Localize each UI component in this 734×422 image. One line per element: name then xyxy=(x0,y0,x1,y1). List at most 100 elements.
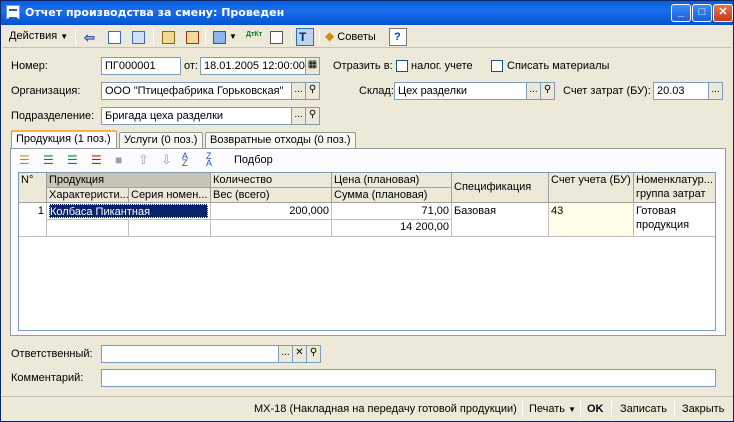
col-header-quantity[interactable]: Количество xyxy=(211,173,332,188)
division-select-button[interactable]: ... xyxy=(291,107,306,125)
col-header-weight[interactable]: Вес (всего) xyxy=(211,188,332,203)
tab-returnable-waste[interactable]: Возвратные отходы (0 поз.) xyxy=(205,132,356,149)
number-field[interactable]: ПГ000001 xyxy=(101,57,181,75)
cell-product[interactable]: Колбаса Пикантная xyxy=(47,203,211,220)
move-down-icon[interactable]: ⇩ xyxy=(161,152,175,168)
cell-num[interactable]: 1 xyxy=(19,203,47,237)
main-toolbar: Действия ▼ ⇦ ▼ ДтКт T ◆ Советы ? xyxy=(3,26,731,48)
tips-icon: ◆ xyxy=(325,29,335,43)
col-header-sum[interactable]: Сумма (плановая) xyxy=(332,188,452,203)
tips-label: Советы xyxy=(337,31,376,43)
help-icon: ? xyxy=(394,31,401,43)
help-button[interactable]: ? xyxy=(389,28,407,46)
post-button[interactable] xyxy=(159,28,177,46)
ok-button[interactable]: OK xyxy=(587,401,604,417)
title-bar[interactable]: Отчет производства за смену: Проведен _ … xyxy=(1,1,733,25)
cell-account[interactable]: 43 xyxy=(549,203,634,237)
col-header-account[interactable]: Счет учета (БУ) xyxy=(549,173,634,203)
move-dropdown-arrow-icon[interactable]: ▼ xyxy=(229,27,237,47)
cell-spec[interactable]: Базовая xyxy=(452,203,549,237)
bar-separator xyxy=(674,401,675,417)
col-header-characteristic[interactable]: Характеристи... xyxy=(47,188,129,203)
copy-row-icon[interactable]: ☰ xyxy=(43,153,59,168)
responsible-clear-button[interactable]: ✕ xyxy=(292,345,307,363)
back-button[interactable]: ⇦ xyxy=(81,28,99,46)
bottom-button-bar: МХ-18 (Накладная на передачу готовой про… xyxy=(1,396,733,421)
col-header-spec[interactable]: Спецификация xyxy=(452,173,549,203)
magnifier-icon: ⚲ xyxy=(309,347,318,358)
cell-quantity[interactable]: 200,000 xyxy=(211,203,332,220)
document-window: Отчет производства за смену: Проведен _ … xyxy=(0,0,734,422)
document-icon xyxy=(6,5,20,19)
organization-select-button[interactable]: ... xyxy=(291,82,306,100)
sort-desc-icon[interactable]: ZA xyxy=(206,152,222,168)
col-header-num[interactable]: N° xyxy=(19,173,47,203)
close-button[interactable]: Закрыть xyxy=(682,401,724,417)
save-button[interactable]: Записать xyxy=(620,401,667,417)
cell-nomen-group[interactable]: Готовая продукция xyxy=(634,203,715,237)
toolbar-separator xyxy=(205,29,206,45)
write-off-materials-checkbox[interactable] xyxy=(491,60,503,72)
comment-field[interactable] xyxy=(101,369,716,387)
maximize-button[interactable]: □ xyxy=(692,4,712,22)
magnifier-icon: ⚲ xyxy=(543,84,552,95)
add-row-icon[interactable]: ☰ xyxy=(19,153,35,168)
col-header-series[interactable]: Серия номен... xyxy=(129,188,211,203)
move-button[interactable] xyxy=(210,28,228,46)
division-field[interactable]: Бригада цеха разделки xyxy=(101,107,292,125)
delete-row-icon[interactable]: ☰ xyxy=(91,153,107,168)
move-up-icon[interactable]: ⇧ xyxy=(138,152,152,168)
division-open-button[interactable]: ⚲ xyxy=(305,107,320,125)
organization-field[interactable]: ООО "Птицефабрика Горьковская" xyxy=(101,82,292,100)
date-field[interactable]: 18.01.2005 12:00:00 xyxy=(200,57,306,75)
responsible-field[interactable] xyxy=(101,345,279,363)
date-label: от: xyxy=(184,60,198,72)
text-button[interactable]: T xyxy=(296,28,314,46)
print-label: Печать xyxy=(529,403,566,415)
cost-account-label: Счет затрат (БУ): xyxy=(563,85,651,97)
close-window-button[interactable]: ✕ xyxy=(713,4,733,22)
cost-account-field[interactable]: 20.03 xyxy=(653,82,709,100)
tax-accounting-checkbox[interactable] xyxy=(396,60,408,72)
tips-button[interactable]: ◆ Советы xyxy=(325,27,376,47)
new-button[interactable] xyxy=(105,28,123,46)
actions-label: Действия xyxy=(9,30,58,42)
cell-weight[interactable] xyxy=(211,220,332,237)
end-edit-icon[interactable]: ■ xyxy=(115,153,131,168)
post-icon xyxy=(162,31,175,44)
warehouse-select-button[interactable]: ... xyxy=(526,82,541,100)
tab-products[interactable]: Продукция (1 поз.) xyxy=(11,130,117,149)
number-label: Номер: xyxy=(11,60,48,72)
responsible-open-button[interactable]: ⚲ xyxy=(306,345,321,363)
print-menu-button[interactable]: Печать ▼ xyxy=(529,401,576,418)
edit-row-icon[interactable]: ☰ xyxy=(67,153,83,168)
cell-series[interactable] xyxy=(129,220,211,237)
toolbar-separator xyxy=(75,29,76,45)
col-header-nomen-group[interactable]: Номенклатур... группа затрат xyxy=(634,173,715,203)
print-form-button[interactable]: МХ-18 (Накладная на передачу готовой про… xyxy=(254,401,517,417)
structure-button[interactable] xyxy=(267,28,285,46)
col-header-price[interactable]: Цена (плановая) xyxy=(332,173,452,188)
toolbar-separator xyxy=(319,29,320,45)
pick-button[interactable]: Подбор xyxy=(234,153,273,168)
minimize-button[interactable]: _ xyxy=(671,4,691,22)
copy-button[interactable] xyxy=(129,28,147,46)
sort-asc-icon[interactable]: AZ xyxy=(182,152,198,168)
organization-open-button[interactable]: ⚲ xyxy=(305,82,320,100)
cell-price[interactable]: 71,00 xyxy=(332,203,452,220)
dtkt-button[interactable]: ДтКт xyxy=(243,28,262,46)
new-icon xyxy=(108,31,121,44)
cell-sum[interactable]: 14 200,00 xyxy=(332,220,452,237)
actions-menu-button[interactable]: Действия ▼ xyxy=(9,27,68,47)
warehouse-field[interactable]: Цех разделки xyxy=(394,82,527,100)
warehouse-open-button[interactable]: ⚲ xyxy=(540,82,555,100)
unpost-button[interactable] xyxy=(183,28,201,46)
text-icon: T xyxy=(299,30,307,44)
calendar-icon: ▦ xyxy=(307,59,318,70)
cost-account-select-button[interactable]: ... xyxy=(708,82,723,100)
cell-characteristic[interactable] xyxy=(47,220,129,237)
responsible-select-button[interactable]: ... xyxy=(278,345,293,363)
col-header-product[interactable]: Продукция xyxy=(47,173,211,188)
calendar-button[interactable]: ▦ xyxy=(305,57,320,75)
tab-services[interactable]: Услуги (0 поз.) xyxy=(119,132,203,149)
